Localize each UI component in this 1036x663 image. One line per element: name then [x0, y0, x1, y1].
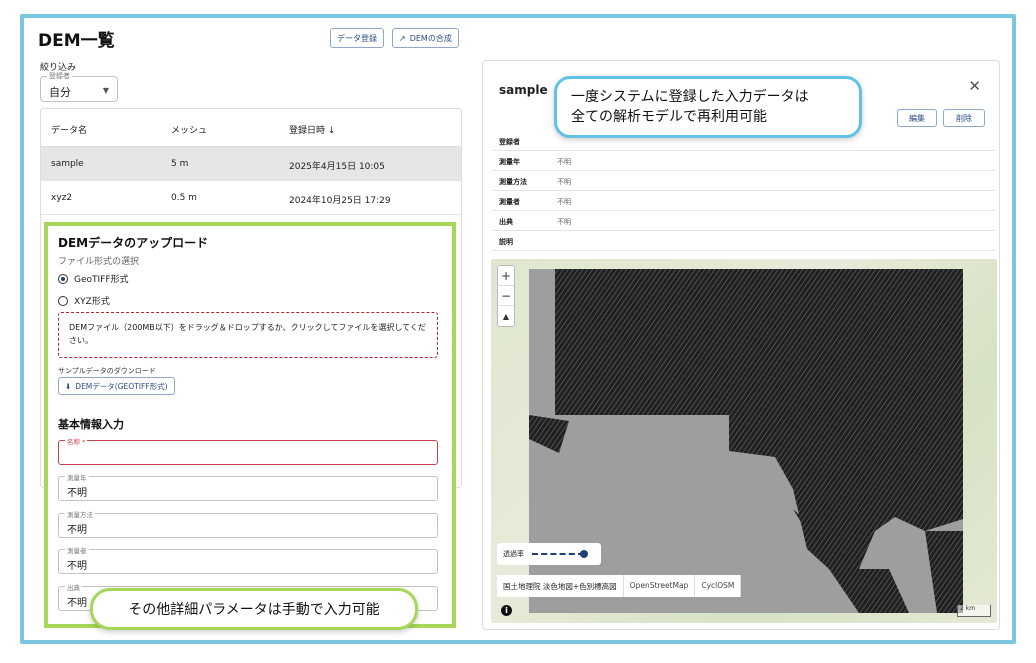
- prop-key: 測量方法: [499, 178, 527, 186]
- data-register-button[interactable]: データ登録: [330, 28, 384, 48]
- row-name: xyz2: [51, 193, 73, 203]
- field-legend: 出典: [65, 582, 82, 592]
- dem-composite-label: DEMの合成: [409, 33, 452, 43]
- callout-line-2: 全ての解析モデルで再利用可能: [571, 109, 767, 125]
- row-date: 2024年10月25日 17:29: [289, 196, 391, 206]
- zoom-control: + − ▲: [497, 265, 515, 327]
- prop-value: 不明: [557, 198, 571, 206]
- prop-key: 出典: [499, 218, 513, 226]
- prop-value: 不明: [557, 218, 571, 226]
- radio-xyz[interactable]: XYZ形式: [58, 294, 110, 307]
- file-dropzone[interactable]: DEMファイル（200MB以下）をドラッグ＆ドロップするか、クリックしてファイル…: [58, 312, 438, 358]
- row-name: sample: [51, 159, 84, 169]
- opacity-label: 透過率: [503, 550, 524, 558]
- sample-download-label: サンプルデータのダウンロード: [58, 367, 156, 375]
- row-mesh: 5 m: [171, 159, 189, 169]
- edit-button[interactable]: 編集: [897, 109, 937, 127]
- close-icon[interactable]: ✕: [968, 77, 981, 95]
- field-legend: 名称 *: [65, 436, 88, 446]
- field-value: 不明: [67, 525, 87, 536]
- dem-composite-button[interactable]: ↗ DEMの合成: [392, 28, 459, 48]
- survey-year-field[interactable]: 測量年 不明: [58, 472, 438, 501]
- field-value: 不明: [67, 598, 87, 609]
- select-legend: 登録者: [47, 71, 72, 81]
- opacity-slider[interactable]: [532, 550, 588, 558]
- field-legend: 測量方法: [65, 509, 95, 519]
- prop-key: 説明: [499, 238, 513, 246]
- detail-title: sample: [499, 83, 548, 97]
- surveyor-field[interactable]: 測量者 不明: [58, 545, 438, 574]
- map-view[interactable]: + − ▲ 透過率 国土地理院 淡色地図+色別標高図 OpenStreetMap…: [491, 259, 997, 623]
- column-header-mesh[interactable]: メッシュ: [171, 123, 207, 136]
- upload-panel: DEMデータのアップロード ファイル形式の選択 GeoTIFF形式 XYZ形式 …: [44, 222, 456, 628]
- prop-row: 測量者 不明: [493, 191, 995, 211]
- external-link-icon: ↗: [399, 33, 406, 43]
- field-legend: 測量年: [65, 472, 89, 482]
- compass-icon[interactable]: ▲: [498, 306, 514, 326]
- prop-key: 測量年: [499, 158, 520, 166]
- detail-panel: sample ✕ 編集 削除 登録者 測量年 不明 測量方法 不明 測量者 不明…: [482, 60, 1000, 630]
- radio-geotiff-label: GeoTIFF形式: [74, 275, 129, 285]
- prop-row: 出典 不明: [493, 211, 995, 231]
- table-row[interactable]: xyz2 0.5 m 2024年10月25日 17:29: [41, 181, 461, 215]
- info-icon[interactable]: i: [501, 605, 512, 616]
- layer-cyclosm[interactable]: CyclOSM: [695, 575, 742, 597]
- table-row[interactable]: sample 5 m 2025年4月15日 10:05: [41, 147, 461, 181]
- prop-key: 登録者: [499, 138, 520, 146]
- layer-gsi[interactable]: 国土地理院 淡色地図+色別標高図: [497, 575, 624, 597]
- radio-selected-icon: [58, 273, 68, 284]
- prop-value: 不明: [557, 158, 571, 166]
- slider-thumb[interactable]: [580, 550, 588, 558]
- field-value: 不明: [67, 488, 87, 499]
- basemap-switcher: 国土地理院 淡色地図+色別標高図 OpenStreetMap CyclOSM: [497, 575, 742, 597]
- sample-download-button-label: DEMデータ(GEOTIFF形式): [75, 381, 168, 391]
- column-header-name[interactable]: データ名: [51, 123, 87, 136]
- row-date: 2025年4月15日 10:05: [289, 162, 385, 172]
- prop-value: 不明: [557, 178, 571, 186]
- registrant-select[interactable]: 登録者 自分 ▼: [40, 71, 118, 102]
- zoom-in-button[interactable]: +: [498, 266, 514, 286]
- name-field[interactable]: 名称 *: [58, 436, 438, 465]
- field-value: 不明: [67, 561, 87, 572]
- callout-line-1: 一度システムに登録した入力データは: [571, 89, 809, 105]
- table-header: データ名 メッシュ 登録日時 ↓: [41, 109, 461, 147]
- sample-download-button[interactable]: ⬇ DEMデータ(GEOTIFF形式): [58, 377, 175, 395]
- prop-row: 測量方法 不明: [493, 171, 995, 191]
- layer-osm[interactable]: OpenStreetMap: [624, 575, 696, 597]
- opacity-control: 透過率: [497, 543, 601, 565]
- row-mesh: 0.5 m: [171, 193, 197, 203]
- field-legend: 測量者: [65, 545, 89, 555]
- zoom-out-button[interactable]: −: [498, 286, 514, 306]
- data-register-label: データ登録: [337, 33, 377, 43]
- format-label: ファイル形式の選択: [58, 257, 140, 267]
- basic-info-title: 基本情報入力: [58, 418, 124, 431]
- survey-method-field[interactable]: 測量方法 不明: [58, 509, 438, 538]
- delete-button[interactable]: 削除: [943, 109, 985, 127]
- radio-unselected-icon: [58, 295, 68, 306]
- download-icon: ⬇: [65, 381, 72, 391]
- chevron-down-icon: ▼: [102, 86, 109, 95]
- prop-row: 説明: [493, 231, 995, 251]
- prop-key: 測量者: [499, 198, 520, 206]
- upload-title: DEMデータのアップロード: [58, 236, 209, 250]
- callout-manual-input: その他詳細パラメータは手動で入力可能: [90, 588, 418, 630]
- prop-row: 測量年 不明: [493, 151, 995, 171]
- radio-geotiff[interactable]: GeoTIFF形式: [58, 272, 129, 285]
- scale-bar: 2 km: [957, 605, 991, 617]
- app-frame: DEM一覧 データ登録 ↗ DEMの合成 絞り込み 登録者 自分 ▼ データ名 …: [20, 14, 1016, 644]
- select-value: 自分: [49, 86, 71, 99]
- column-header-date[interactable]: 登録日時 ↓: [289, 123, 335, 136]
- callout-reuse: 一度システムに登録した入力データは 全ての解析モデルで再利用可能: [554, 76, 862, 138]
- radio-xyz-label: XYZ形式: [74, 297, 110, 307]
- page-title: DEM一覧: [38, 31, 115, 51]
